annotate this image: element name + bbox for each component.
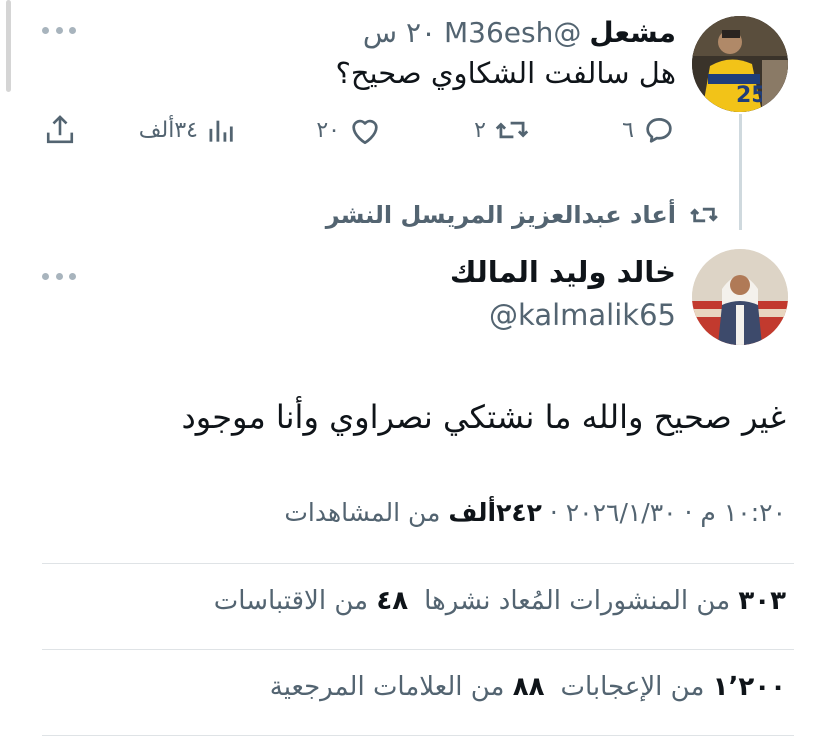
quotes-total: ٤٨ [376, 586, 409, 616]
engagement-row-2: ١٬٢٠٠ من الإعجابات ٨٨ من العلامات المرجعي… [270, 672, 786, 702]
quoted-tweet-header: مشعل @M36esh ٢٠ س [363, 12, 676, 52]
retweet-banner-label: أعاد عبدالعزيز المريسل النشر [325, 201, 676, 229]
author-name[interactable]: خالد وليد المالك [450, 255, 676, 289]
reposts-total: ٣٠٣ [738, 586, 786, 616]
reposts-label: من المنشورات المُعاد نشرها [424, 586, 739, 616]
views-label: من المشاهدات [284, 498, 449, 527]
more-dots-icon [42, 272, 49, 280]
tweet-text: غير صحيح والله ما نشتكي نصراوي وأنا موجو… [181, 398, 786, 436]
quoted-tweet-time[interactable]: ٢٠ س [363, 16, 436, 49]
author-handle[interactable]: @kalmalik65 [489, 298, 676, 332]
bookmarks-label: من العلامات المرجعية [269, 672, 513, 702]
quoted-author-handle[interactable]: @M36esh [444, 16, 581, 49]
repost-icon [690, 207, 718, 223]
retweet-banner[interactable]: أعاد عبدالعزيز المريسل النشر [326, 196, 720, 234]
reposts-stat[interactable]: ٣٠٣ من المنشورات المُعاد نشرها [424, 586, 786, 616]
tweet-detail-page: 25 مشعل @M36esh ٢٠ س هل سالفت الشكاوي صح… [0, 0, 828, 751]
tweet-timestamp[interactable]: ١٠:٢٠ م · ٢٠٢٦/١/٣٠ [566, 498, 786, 527]
likes-label: من الإعجابات [560, 672, 713, 702]
reply-button[interactable]: ٦ [622, 108, 676, 152]
meta-separator: · [541, 498, 566, 527]
quotes-stat[interactable]: ٤٨ من الاقتباسات [214, 586, 408, 616]
divider [42, 649, 794, 650]
views-count: ٣٤ألف [138, 117, 198, 143]
person-photo-icon [692, 249, 788, 345]
repost-icon [495, 121, 529, 139]
likes-total: ١٬٢٠٠ [712, 672, 786, 702]
avatar-khalid[interactable] [692, 249, 788, 345]
views-button[interactable]: ٣٤ألف [139, 108, 234, 152]
quotes-label: من الاقتباسات [213, 586, 377, 616]
reply-icon [646, 118, 672, 143]
analytics-bars-icon [209, 120, 233, 142]
likes-stat[interactable]: ١٬٢٠٠ من الإعجابات [560, 672, 786, 702]
quoted-tweet-text: هل سالفت الشكاوي صحيح؟ [335, 56, 676, 90]
share-button[interactable] [44, 108, 76, 152]
bookmarks-stat[interactable]: ٨٨ من العلامات المرجعية [270, 672, 545, 702]
tweet-meta: ١٠:٢٠ م · ٢٠٢٦/١/٣٠ · ٢٤٢ألف من المشاهدا… [284, 498, 786, 527]
like-count: ٢٠ [316, 117, 340, 143]
avatar-mishal[interactable]: 25 [692, 16, 788, 112]
heart-icon [352, 119, 378, 145]
more-options-button[interactable] [42, 24, 76, 36]
quoted-author-name[interactable]: مشعل [589, 16, 676, 49]
divider [42, 563, 794, 564]
views-total[interactable]: ٢٤٢ألف [448, 498, 542, 527]
share-icon [46, 115, 74, 144]
bookmarks-total: ٨٨ [512, 672, 545, 702]
scrollbar[interactable] [6, 0, 11, 92]
divider [42, 735, 794, 736]
reply-count: ٦ [622, 117, 634, 143]
more-options-button-main[interactable] [42, 270, 76, 282]
repost-button[interactable]: ٢ [474, 108, 530, 152]
more-dots-icon [42, 26, 49, 34]
repost-count: ٢ [474, 117, 486, 143]
like-button[interactable]: ٢٠ [316, 108, 382, 152]
engagement-row-1: ٣٠٣ من المنشورات المُعاد نشرها ٤٨ من الاق… [214, 586, 786, 616]
player-photo-icon: 25 [692, 16, 788, 112]
thread-connector-line [739, 114, 742, 230]
